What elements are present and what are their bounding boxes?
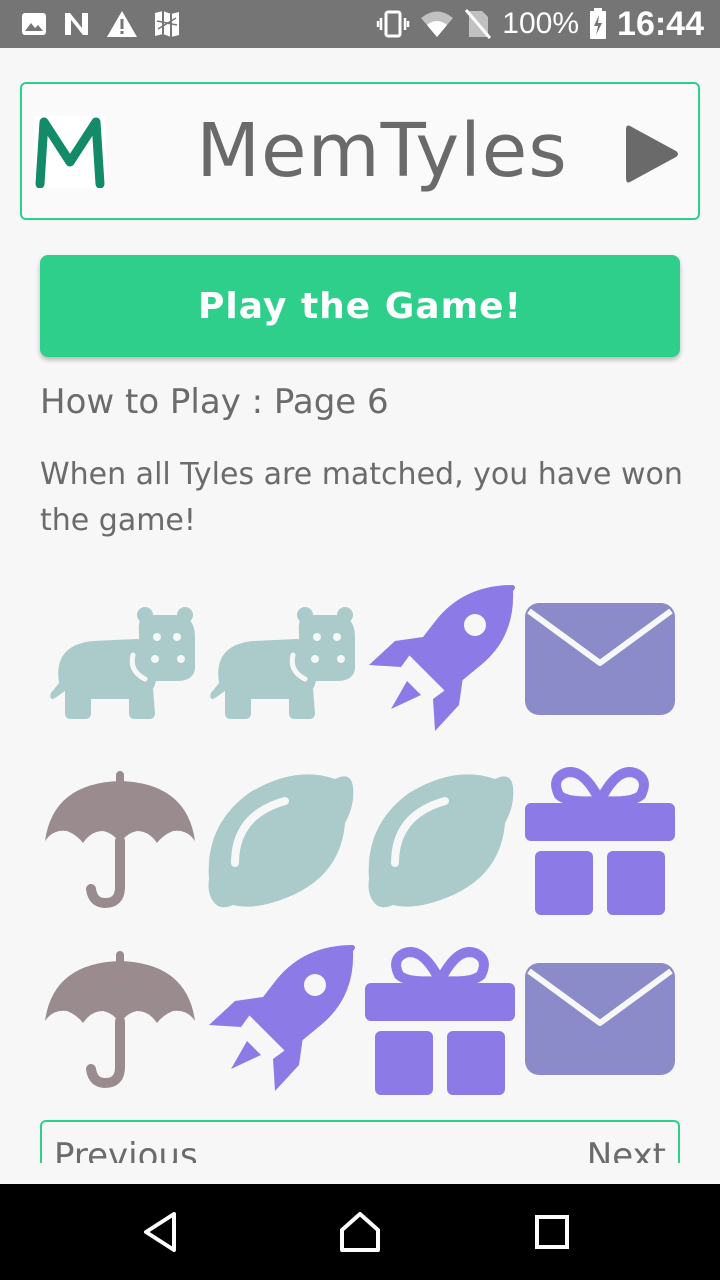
recent-apps-icon[interactable] <box>528 1208 576 1256</box>
wifi-icon <box>420 9 454 39</box>
image-icon <box>20 10 48 38</box>
status-bar: 100% 16:44 <box>0 0 720 48</box>
vibrate-icon <box>376 9 410 39</box>
tile-gift[interactable] <box>360 930 520 1110</box>
memtyles-logo <box>34 116 106 188</box>
clock: 16:44 <box>617 4 704 43</box>
back-icon[interactable] <box>136 1208 184 1256</box>
home-icon[interactable] <box>336 1208 384 1256</box>
umbrella-icon <box>45 951 195 1089</box>
lemon-icon <box>208 774 354 908</box>
map-icon <box>152 9 182 39</box>
tile-umbrella[interactable] <box>40 930 200 1110</box>
app-title: MemTyles <box>196 108 568 194</box>
rocket-icon <box>209 945 355 1091</box>
warning-icon <box>106 10 138 38</box>
tile-rocket[interactable] <box>360 570 520 750</box>
how-to-play-text: When all Tyles are matched, you have won… <box>40 457 683 538</box>
tile-gift[interactable] <box>520 750 680 930</box>
play-icon[interactable] <box>624 122 680 186</box>
tile-grid <box>40 570 680 1110</box>
navigation-bar <box>0 1184 720 1280</box>
tile-lemon[interactable] <box>200 750 360 930</box>
tile-umbrella[interactable] <box>40 750 200 930</box>
tile-hippo[interactable] <box>200 570 360 750</box>
umbrella-icon <box>45 771 195 909</box>
how-to-play-title: How to Play : Page 6 <box>40 382 389 422</box>
envelope-icon <box>525 963 675 1075</box>
gift-icon <box>365 947 515 1095</box>
battery-percent: 100% <box>502 7 580 40</box>
tile-lemon[interactable] <box>360 750 520 930</box>
hippo-icon <box>50 607 195 719</box>
rocket-icon <box>369 585 515 731</box>
gift-icon <box>525 767 675 915</box>
hippo-icon <box>210 607 355 719</box>
n-icon <box>62 10 92 38</box>
tile-hippo[interactable] <box>40 570 200 750</box>
app-header: MemTyles <box>20 82 700 220</box>
lemon-icon <box>368 774 514 908</box>
battery-charging-icon <box>589 8 607 40</box>
tile-rocket[interactable] <box>200 930 360 1110</box>
no-sim-icon <box>464 8 492 40</box>
envelope-icon <box>525 603 675 715</box>
tile-envelope[interactable] <box>520 570 680 750</box>
play-game-button[interactable]: Play the Game! <box>40 255 680 357</box>
content-bottom-edge <box>0 1163 720 1184</box>
tile-envelope[interactable] <box>520 930 680 1110</box>
